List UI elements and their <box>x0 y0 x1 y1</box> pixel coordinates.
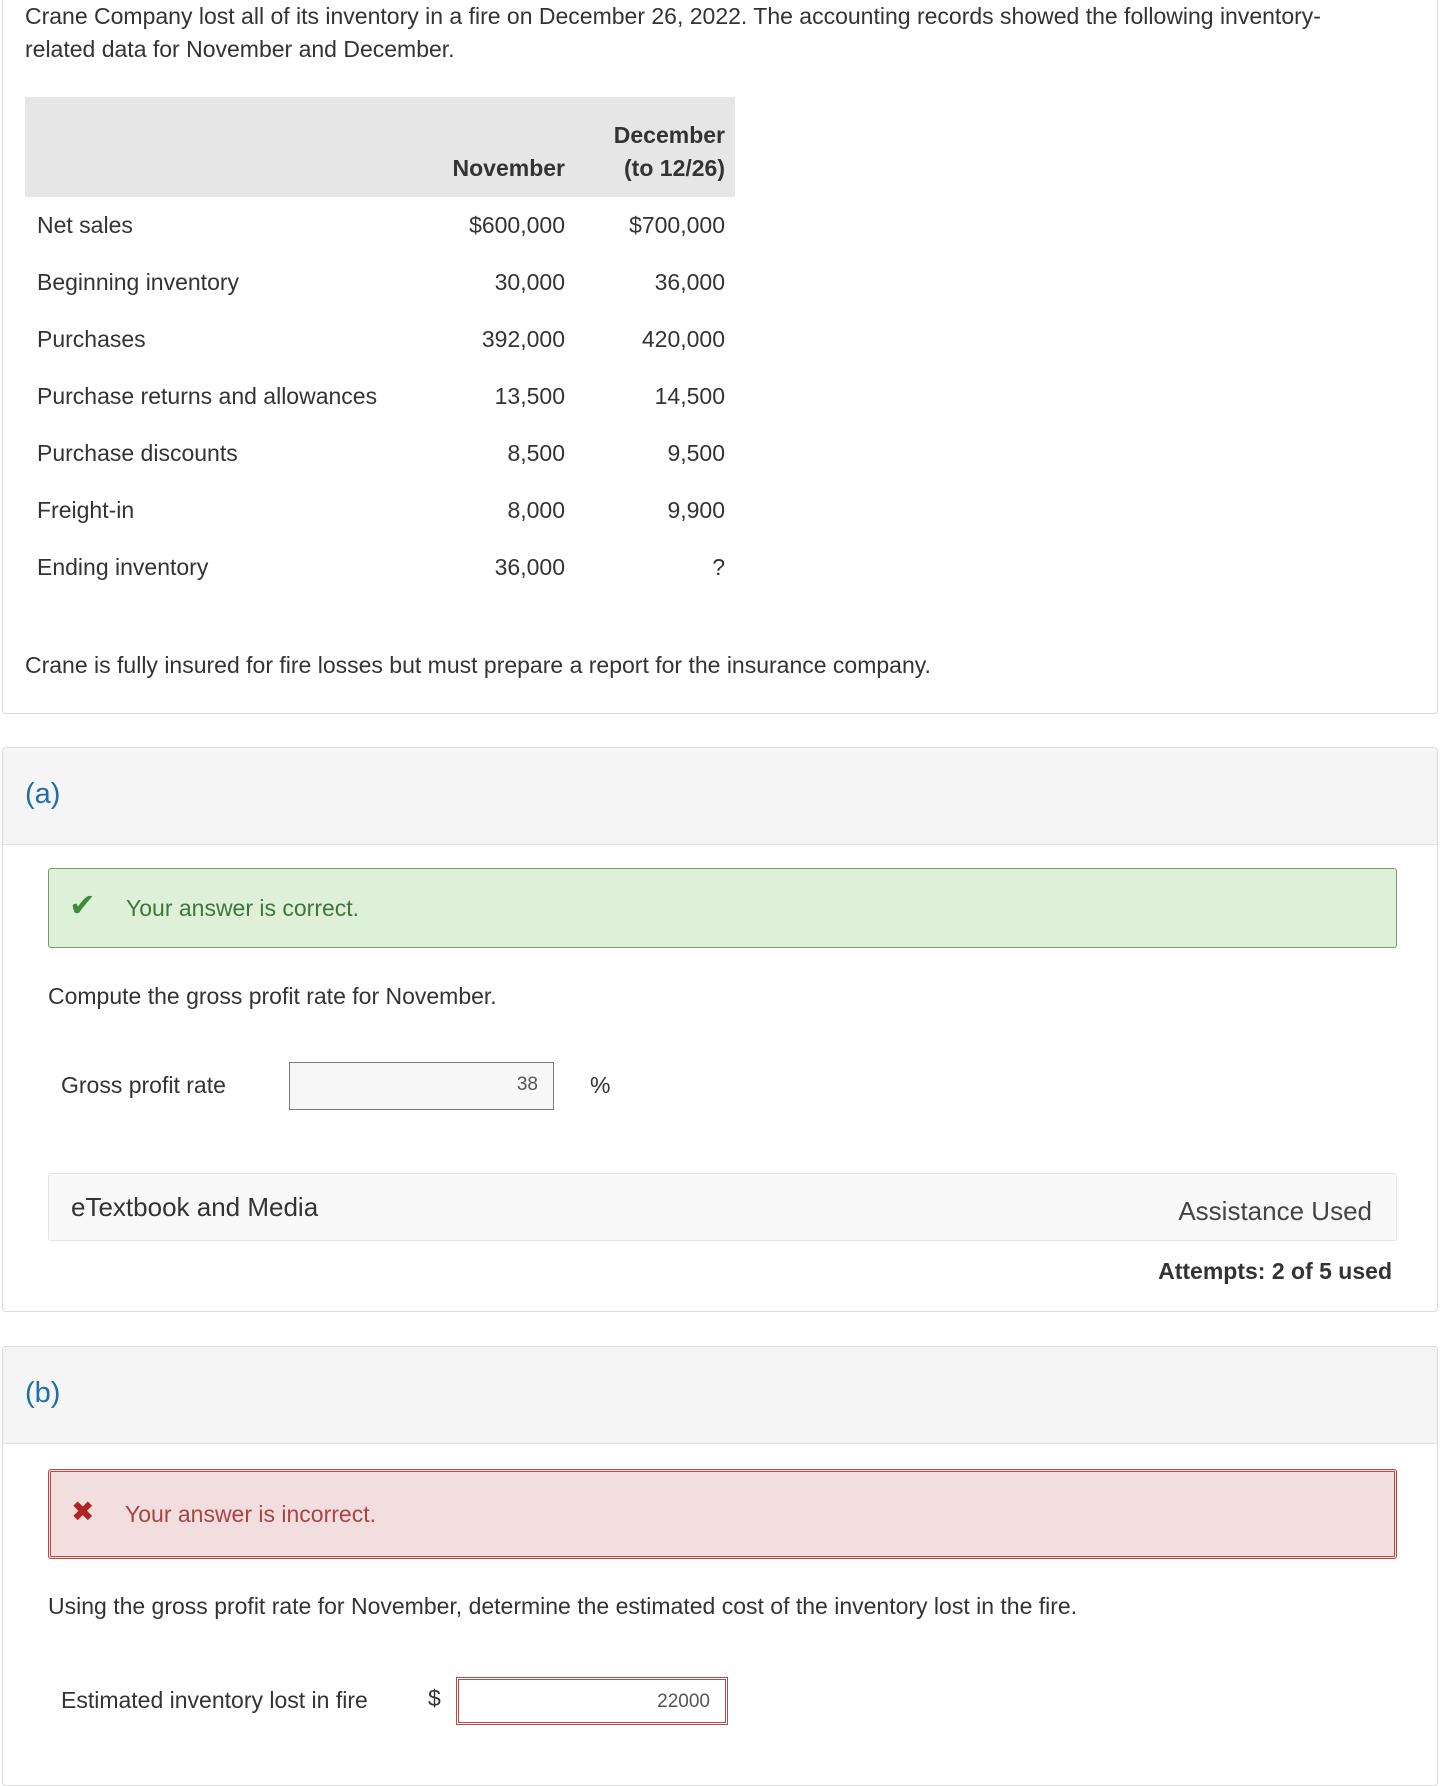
row-label: Ending inventory <box>37 554 209 580</box>
table-row: Purchase discounts 8,500 9,500 <box>25 425 735 482</box>
december-value: 9,500 <box>667 440 725 466</box>
part-b-header: (b) <box>3 1347 1437 1444</box>
table-row: Ending inventory 36,000 ? <box>25 539 735 596</box>
estimated-inventory-input[interactable]: 22000 <box>456 1677 728 1725</box>
table-row: Purchases 392,000 420,000 <box>25 311 735 368</box>
row-label: Beginning inventory <box>37 269 240 295</box>
november-value: 13,500 <box>494 383 565 409</box>
header-label-column <box>25 97 415 197</box>
december-value: 420,000 <box>641 326 725 352</box>
etextbook-media-bar[interactable]: eTextbook and Media Assistance Used <box>48 1173 1397 1241</box>
table-row: Purchase returns and allowances 13,500 1… <box>25 368 735 425</box>
problem-intro-text: Crane Company lost all of its inventory … <box>25 3 1321 62</box>
row-label: Purchase returns and allowances <box>37 383 378 409</box>
november-value: 36,000 <box>494 554 565 580</box>
correct-feedback-text: Your answer is correct. <box>126 895 360 921</box>
part-a-card: (a) ✔ Your answer is correct. Compute th… <box>2 747 1438 1312</box>
november-value: $600,000 <box>469 212 565 238</box>
row-label: Net sales <box>37 212 133 238</box>
etextbook-media-link[interactable]: eTextbook and Media <box>71 1192 318 1223</box>
percent-unit: % <box>590 1072 611 1098</box>
part-b-card: (b) ✖ Your answer is incorrect. Using th… <box>2 1346 1438 1786</box>
incorrect-answer-banner: ✖ Your answer is incorrect. <box>48 1469 1397 1559</box>
table-row: Beginning inventory 30,000 36,000 <box>25 254 735 311</box>
november-value: 8,000 <box>507 497 565 523</box>
table-row: Net sales $600,000 $700,000 <box>25 197 735 254</box>
cross-icon: ✖ <box>71 1496 95 1527</box>
part-b-letter: (b) <box>25 1377 61 1409</box>
gross-profit-rate-input[interactable]: 38 <box>289 1062 554 1110</box>
inventory-data-table: November December (to 12/26) Net sales $6… <box>25 97 735 596</box>
header-december: December (to 12/26) <box>575 97 735 197</box>
november-value: 8,500 <box>507 440 565 466</box>
table-header-row: November December (to 12/26) <box>25 97 735 197</box>
december-value: 36,000 <box>654 269 725 295</box>
december-value: ? <box>712 554 725 580</box>
november-value: 392,000 <box>481 326 565 352</box>
part-a-header: (a) <box>3 748 1437 845</box>
december-value: $700,000 <box>629 212 725 238</box>
assistance-used-label: Assistance Used <box>1178 1196 1372 1226</box>
row-label: Freight-in <box>37 497 135 523</box>
table-row: Freight-in 8,000 9,900 <box>25 482 735 539</box>
checkmark-icon: ✔ <box>69 887 96 923</box>
dollar-sign: $ <box>428 1685 441 1711</box>
row-label: Purchases <box>37 326 146 352</box>
attempts-counter: Attempts: 2 of 5 used <box>1158 1258 1392 1284</box>
problem-statement-card: Crane Company lost all of its inventory … <box>2 0 1438 714</box>
november-value: 30,000 <box>494 269 565 295</box>
row-label: Purchase discounts <box>37 440 238 466</box>
part-a-question: Compute the gross profit rate for Novemb… <box>48 983 497 1009</box>
gross-profit-rate-label: Gross profit rate <box>61 1072 226 1098</box>
estimated-inventory-label: Estimated inventory lost in fire <box>61 1687 368 1713</box>
correct-answer-banner: ✔ Your answer is correct. <box>48 868 1397 948</box>
part-a-letter: (a) <box>25 778 61 810</box>
december-value: 9,900 <box>667 497 725 523</box>
part-b-question: Using the gross profit rate for November… <box>48 1593 1078 1619</box>
header-november: November <box>415 97 575 197</box>
incorrect-feedback-text: Your answer is incorrect. <box>125 1501 376 1527</box>
december-value: 14,500 <box>654 383 725 409</box>
insurance-note: Crane is fully insured for fire losses b… <box>25 652 931 678</box>
